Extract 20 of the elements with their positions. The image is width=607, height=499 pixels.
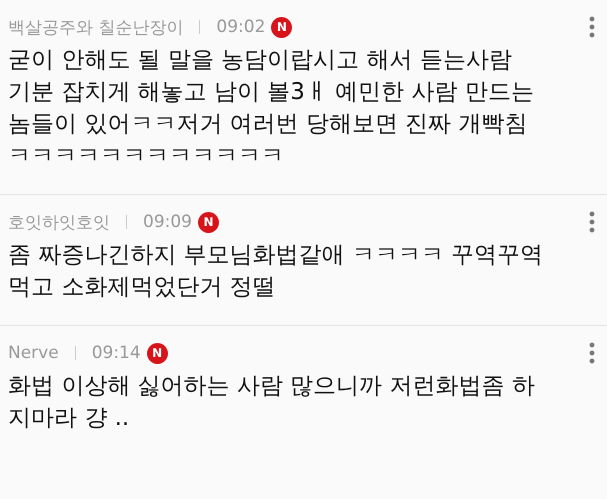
- comment-author: 호잇하잇호잇: [8, 212, 110, 234]
- comment-text: 먹고 소화제먹었단거 정떨: [8, 273, 277, 302]
- more-icon: [589, 16, 595, 38]
- comment-text: 화법 이상해 싫어하는 사람 많으니까 저런화법좀 하: [8, 372, 536, 401]
- comment-text: 좀 짜증나긴하지 부모님화법같애 ㅋㅋㅋㅋ 꾸역꾸역: [8, 241, 544, 270]
- comment-time: 09:14: [92, 343, 141, 363]
- more-icon: [589, 211, 595, 233]
- new-badge: N: [271, 16, 292, 38]
- comment-author: Nerve: [8, 343, 59, 363]
- comment-text: 기분 잡치게 해놓고 남이 볼3ㅐ 예민한 사람 만드는: [8, 78, 535, 107]
- comment-text: ㅋㅋㅋㅋㅋㅋㅋㅋㅋㅋㅋㅋ: [8, 142, 285, 171]
- comment-text: 놈들이 있어ㅋㅋ저거 여러번 당해보면 진짜 개빡침: [8, 110, 529, 139]
- comment-author: 백살공주와 칠순난장이: [8, 16, 184, 38]
- comment-text: 굳이 안해도 될 말을 농담이랍시고 해서 듣는사람: [8, 46, 513, 75]
- comment-text: 지마라 걍 ..: [8, 404, 130, 433]
- new-badge: N: [146, 342, 168, 364]
- comment-time: 09:02: [216, 17, 266, 37]
- more-icon: [589, 342, 595, 364]
- comment-time: 09:09: [143, 212, 192, 232]
- new-badge: N: [198, 212, 219, 232]
